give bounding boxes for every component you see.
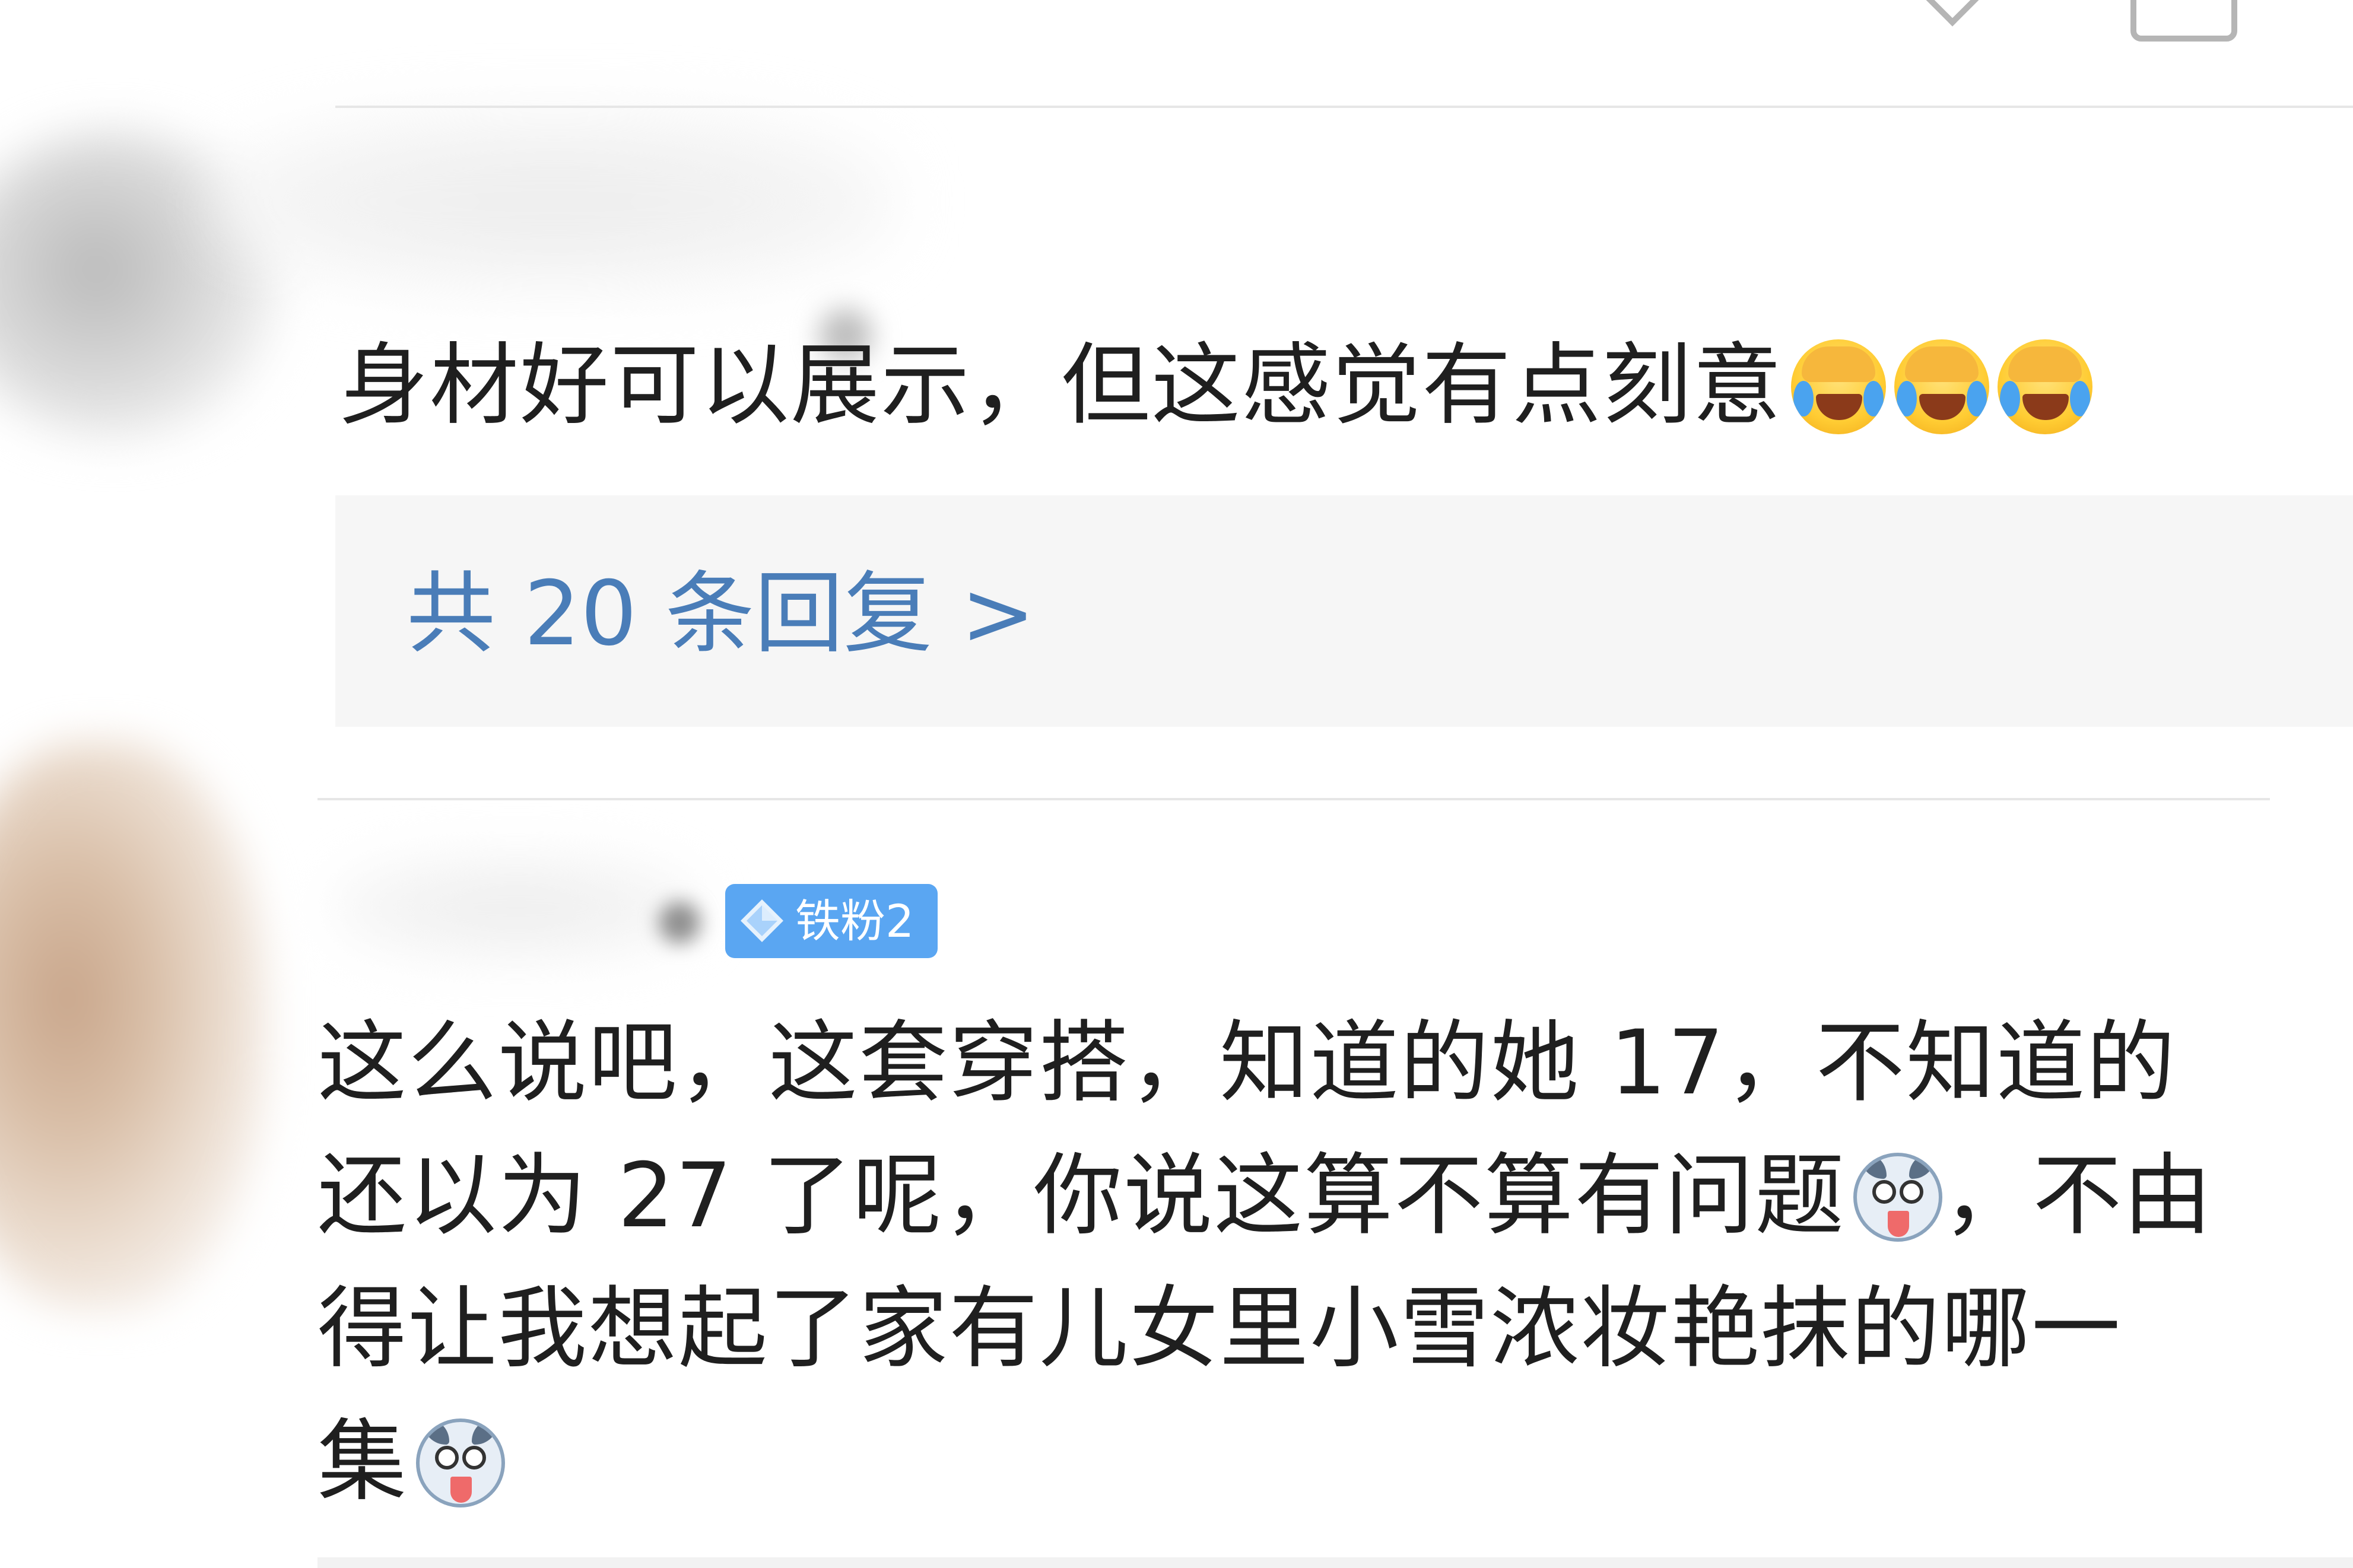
comment-line-part: 集 [317, 1410, 408, 1513]
comment-text: 这么说吧，这套穿搭，知道的她 17，不知道的 还以为 27 了呢，你说这算不算有… [317, 997, 2213, 1528]
husky-dog-icon [416, 1418, 506, 1507]
diamond-icon [741, 899, 783, 942]
username-blurred[interactable] [214, 113, 896, 291]
badge-label: 铁粉2 [795, 895, 914, 947]
comment-line: 还以为 27 了呢，你说这算不算有问题 ，不由 [317, 1130, 2213, 1262]
view-replies-link[interactable]: 共 20 条回复 > [407, 561, 1036, 667]
comment-line: 集 [317, 1395, 2213, 1528]
divider [335, 106, 2353, 108]
comment-line-part: ，不由 [1942, 1144, 2214, 1248]
comment-line: 这么说吧，这套穿搭，知道的她 17，不知道的 [317, 1012, 2177, 1115]
comment-line: 得让我想起了家有儿女里小雪浓妆艳抹的哪一 [317, 1277, 2122, 1381]
cover-face-laugh-cry-icon [1791, 339, 1887, 434]
comment-icon[interactable] [2130, 0, 2237, 42]
comment-line-part: 还以为 27 了呢，你说这算不算有问题 [317, 1144, 1846, 1248]
comment-text: 身材好可以展示，但这感觉有点刻意 [339, 320, 2093, 451]
fan-level-badge: 铁粉2 [725, 884, 938, 958]
chevron-down-icon[interactable] [1923, 0, 1982, 27]
divider [317, 1557, 2353, 1568]
cover-face-laugh-cry-icon [1998, 339, 2093, 434]
username-blurred-fragment [659, 902, 700, 943]
husky-dog-icon [1853, 1152, 1943, 1242]
comment-body: 身材好可以展示，但这感觉有点刻意 [339, 334, 1783, 437]
username-blurred[interactable] [332, 854, 700, 961]
avatar[interactable] [0, 742, 267, 1311]
replies-panel[interactable]: 共 20 条回复 > [335, 495, 2353, 727]
cover-face-laugh-cry-icon [1894, 339, 1990, 434]
divider [317, 798, 2270, 800]
